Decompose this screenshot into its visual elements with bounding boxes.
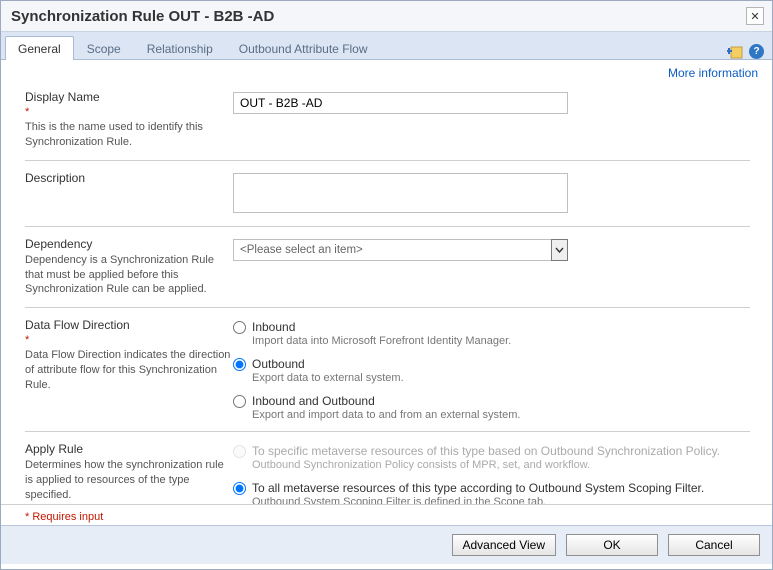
display-name-desc: This is the name used to identify this S… — [25, 120, 233, 150]
dependency-placeholder: <Please select an item> — [240, 244, 363, 256]
cancel-button[interactable]: Cancel — [668, 534, 760, 556]
applyrule-scoping-title: To all metaverse resources of this type … — [252, 481, 704, 495]
dataflow-radio-both[interactable] — [233, 395, 246, 408]
dataflow-desc: Data Flow Direction indicates the direct… — [25, 348, 233, 393]
tab-relationship[interactable]: Relationship — [134, 36, 226, 60]
tab-scope[interactable]: Scope — [74, 36, 134, 60]
window-title: Synchronization Rule OUT - B2B -AD — [11, 8, 274, 25]
help-icon[interactable]: ? — [749, 44, 764, 59]
applyrule-policy-title: To specific metaverse resources of this … — [252, 444, 720, 458]
tab-general[interactable]: General — [5, 36, 74, 60]
close-button[interactable]: ✕ — [746, 7, 764, 25]
tab-bar: General Scope Relationship Outbound Attr… — [1, 32, 772, 60]
dataflow-required: * — [25, 334, 233, 346]
applyrule-radio-policy — [233, 445, 246, 458]
dataflow-radio-inbound[interactable] — [233, 321, 246, 334]
requires-input-note: * Requires input — [1, 504, 772, 525]
advanced-view-button[interactable]: Advanced View — [452, 534, 557, 556]
dataflow-both-sub: Export and import data to and from an ex… — [252, 409, 520, 421]
ok-button[interactable]: OK — [566, 534, 658, 556]
applyrule-radio-scoping[interactable] — [233, 482, 246, 495]
description-input[interactable] — [233, 173, 568, 213]
more-information-link[interactable]: More information — [668, 66, 758, 80]
dependency-desc: Dependency is a Synchronization Rule tha… — [25, 253, 233, 298]
dataflow-both-title: Inbound and Outbound — [252, 394, 520, 408]
dataflow-label: Data Flow Direction — [25, 318, 233, 332]
chevron-down-icon — [555, 247, 564, 253]
applyrule-desc: Determines how the synchronization rule … — [25, 458, 233, 503]
dataflow-outbound-sub: Export data to external system. — [252, 372, 404, 384]
dataflow-outbound-title: Outbound — [252, 357, 404, 371]
tab-outbound-attribute-flow[interactable]: Outbound Attribute Flow — [226, 36, 381, 60]
dataflow-inbound-title: Inbound — [252, 320, 511, 334]
dependency-label: Dependency — [25, 237, 233, 251]
dependency-select[interactable]: <Please select an item> — [233, 239, 568, 261]
applyrule-policy-sub: Outbound Synchronization Policy consists… — [252, 459, 720, 471]
display-name-label: Display Name — [25, 90, 233, 104]
display-name-input[interactable] — [233, 92, 568, 114]
applyrule-radio-group: To specific metaverse resources of this … — [233, 444, 750, 504]
applyrule-label: Apply Rule — [25, 442, 233, 456]
dialog-footer: Advanced View OK Cancel — [1, 525, 772, 564]
dataflow-inbound-sub: Import data into Microsoft Forefront Ide… — [252, 335, 511, 347]
dataflow-radio-group: Inbound Import data into Microsoft Foref… — [233, 320, 750, 421]
form-content: Display Name * This is the name used to … — [1, 80, 772, 504]
titlebar: Synchronization Rule OUT - B2B -AD ✕ — [1, 1, 772, 32]
dataflow-radio-outbound[interactable] — [233, 358, 246, 371]
close-icon: ✕ — [750, 10, 759, 23]
display-name-required: * — [25, 106, 233, 118]
add-item-icon[interactable] — [727, 45, 743, 59]
dependency-select-arrow[interactable] — [551, 239, 568, 261]
applyrule-scoping-sub: Outbound System Scoping Filter is define… — [252, 496, 704, 504]
description-label: Description — [25, 171, 233, 185]
